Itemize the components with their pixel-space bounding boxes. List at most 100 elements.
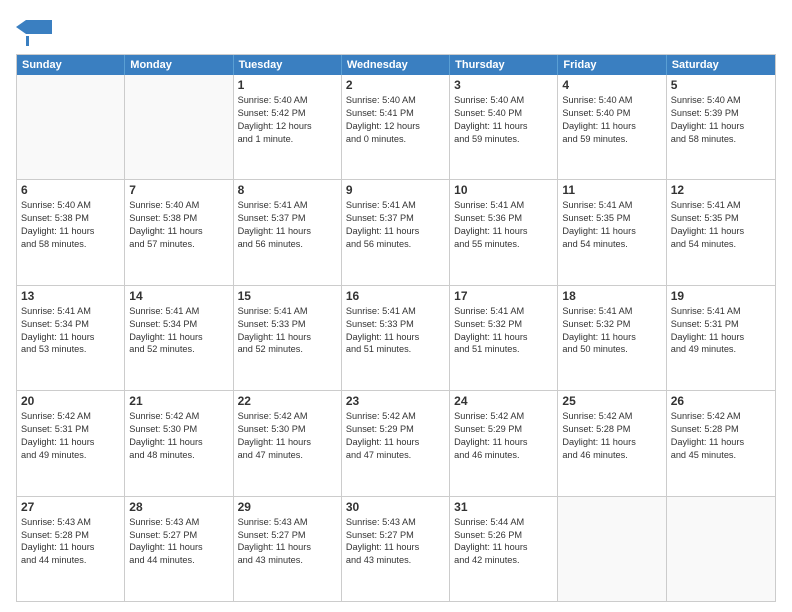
cell-line: Daylight: 11 hours [671, 436, 771, 449]
day-cell-17: 17Sunrise: 5:41 AMSunset: 5:32 PMDayligh… [450, 286, 558, 390]
day-number: 27 [21, 500, 120, 514]
cell-line: Sunrise: 5:41 AM [562, 199, 661, 212]
day-number: 15 [238, 289, 337, 303]
day-number: 26 [671, 394, 771, 408]
cell-line: Sunrise: 5:42 AM [129, 410, 228, 423]
day-number: 25 [562, 394, 661, 408]
cell-line: Sunrise: 5:41 AM [129, 305, 228, 318]
cell-line: Sunrise: 5:40 AM [671, 94, 771, 107]
day-cell-12: 12Sunrise: 5:41 AMSunset: 5:35 PMDayligh… [667, 180, 775, 284]
cell-line: and 56 minutes. [346, 238, 445, 251]
cell-line: Daylight: 11 hours [454, 541, 553, 554]
day-cell-31: 31Sunrise: 5:44 AMSunset: 5:26 PMDayligh… [450, 497, 558, 601]
cell-line: and 51 minutes. [346, 343, 445, 356]
cell-line: Sunset: 5:28 PM [671, 423, 771, 436]
empty-cell [125, 75, 233, 179]
cell-line: and 0 minutes. [346, 133, 445, 146]
cell-line: and 47 minutes. [346, 449, 445, 462]
logo-icon [16, 16, 52, 46]
cell-line: Sunrise: 5:42 AM [454, 410, 553, 423]
empty-cell [17, 75, 125, 179]
cell-line: Sunset: 5:37 PM [346, 212, 445, 225]
cell-line: Sunset: 5:33 PM [346, 318, 445, 331]
cell-line: Sunset: 5:38 PM [21, 212, 120, 225]
cell-line: Sunrise: 5:42 AM [562, 410, 661, 423]
day-number: 17 [454, 289, 553, 303]
cell-line: and 1 minute. [238, 133, 337, 146]
cell-line: Sunrise: 5:40 AM [238, 94, 337, 107]
cell-line: Sunset: 5:34 PM [21, 318, 120, 331]
cell-line: Daylight: 11 hours [346, 331, 445, 344]
cell-line: and 52 minutes. [238, 343, 337, 356]
day-cell-11: 11Sunrise: 5:41 AMSunset: 5:35 PMDayligh… [558, 180, 666, 284]
day-cell-21: 21Sunrise: 5:42 AMSunset: 5:30 PMDayligh… [125, 391, 233, 495]
header-day-wednesday: Wednesday [342, 55, 450, 75]
day-number: 31 [454, 500, 553, 514]
cell-line: Sunset: 5:26 PM [454, 529, 553, 542]
cell-line: Daylight: 11 hours [454, 331, 553, 344]
logo [16, 16, 56, 46]
cell-line: Sunset: 5:27 PM [238, 529, 337, 542]
cell-line: Daylight: 11 hours [454, 436, 553, 449]
day-cell-4: 4Sunrise: 5:40 AMSunset: 5:40 PMDaylight… [558, 75, 666, 179]
header-day-sunday: Sunday [17, 55, 125, 75]
cell-line: and 44 minutes. [21, 554, 120, 567]
cell-line: Daylight: 11 hours [129, 541, 228, 554]
header-day-saturday: Saturday [667, 55, 775, 75]
day-cell-28: 28Sunrise: 5:43 AMSunset: 5:27 PMDayligh… [125, 497, 233, 601]
cell-line: Sunrise: 5:41 AM [454, 199, 553, 212]
day-number: 7 [129, 183, 228, 197]
cell-line: Sunset: 5:40 PM [562, 107, 661, 120]
day-number: 2 [346, 78, 445, 92]
cell-line: and 42 minutes. [454, 554, 553, 567]
cell-line: Sunrise: 5:41 AM [454, 305, 553, 318]
cell-line: Sunset: 5:37 PM [238, 212, 337, 225]
cell-line: and 59 minutes. [454, 133, 553, 146]
cell-line: Daylight: 12 hours [346, 120, 445, 133]
day-number: 4 [562, 78, 661, 92]
cell-line: and 59 minutes. [562, 133, 661, 146]
cell-line: and 46 minutes. [562, 449, 661, 462]
day-number: 23 [346, 394, 445, 408]
cell-line: and 52 minutes. [129, 343, 228, 356]
cell-line: Sunrise: 5:43 AM [21, 516, 120, 529]
cell-line: Sunrise: 5:41 AM [346, 305, 445, 318]
day-cell-19: 19Sunrise: 5:41 AMSunset: 5:31 PMDayligh… [667, 286, 775, 390]
cell-line: Sunset: 5:29 PM [346, 423, 445, 436]
cell-line: Sunrise: 5:42 AM [346, 410, 445, 423]
cell-line: and 51 minutes. [454, 343, 553, 356]
cell-line: Daylight: 11 hours [21, 436, 120, 449]
cell-line: Sunrise: 5:42 AM [238, 410, 337, 423]
cell-line: Daylight: 11 hours [562, 120, 661, 133]
day-number: 24 [454, 394, 553, 408]
cell-line: and 50 minutes. [562, 343, 661, 356]
cell-line: Sunset: 5:31 PM [671, 318, 771, 331]
day-cell-10: 10Sunrise: 5:41 AMSunset: 5:36 PMDayligh… [450, 180, 558, 284]
cell-line: and 46 minutes. [454, 449, 553, 462]
day-number: 11 [562, 183, 661, 197]
day-cell-14: 14Sunrise: 5:41 AMSunset: 5:34 PMDayligh… [125, 286, 233, 390]
cell-line: Sunset: 5:28 PM [21, 529, 120, 542]
cell-line: Daylight: 11 hours [129, 331, 228, 344]
cell-line: Sunrise: 5:40 AM [454, 94, 553, 107]
calendar-header-row: SundayMondayTuesdayWednesdayThursdayFrid… [17, 55, 775, 75]
day-number: 20 [21, 394, 120, 408]
day-cell-24: 24Sunrise: 5:42 AMSunset: 5:29 PMDayligh… [450, 391, 558, 495]
day-number: 21 [129, 394, 228, 408]
empty-cell [667, 497, 775, 601]
cell-line: and 43 minutes. [238, 554, 337, 567]
cell-line: Daylight: 11 hours [21, 541, 120, 554]
cell-line: Sunrise: 5:41 AM [346, 199, 445, 212]
day-number: 1 [238, 78, 337, 92]
cell-line: Daylight: 11 hours [562, 331, 661, 344]
cell-line: Sunset: 5:31 PM [21, 423, 120, 436]
day-number: 13 [21, 289, 120, 303]
cell-line: and 55 minutes. [454, 238, 553, 251]
cell-line: Daylight: 11 hours [21, 331, 120, 344]
day-cell-5: 5Sunrise: 5:40 AMSunset: 5:39 PMDaylight… [667, 75, 775, 179]
cell-line: Daylight: 11 hours [671, 225, 771, 238]
cell-line: and 54 minutes. [671, 238, 771, 251]
cell-line: Daylight: 11 hours [562, 436, 661, 449]
header-day-tuesday: Tuesday [234, 55, 342, 75]
day-cell-20: 20Sunrise: 5:42 AMSunset: 5:31 PMDayligh… [17, 391, 125, 495]
